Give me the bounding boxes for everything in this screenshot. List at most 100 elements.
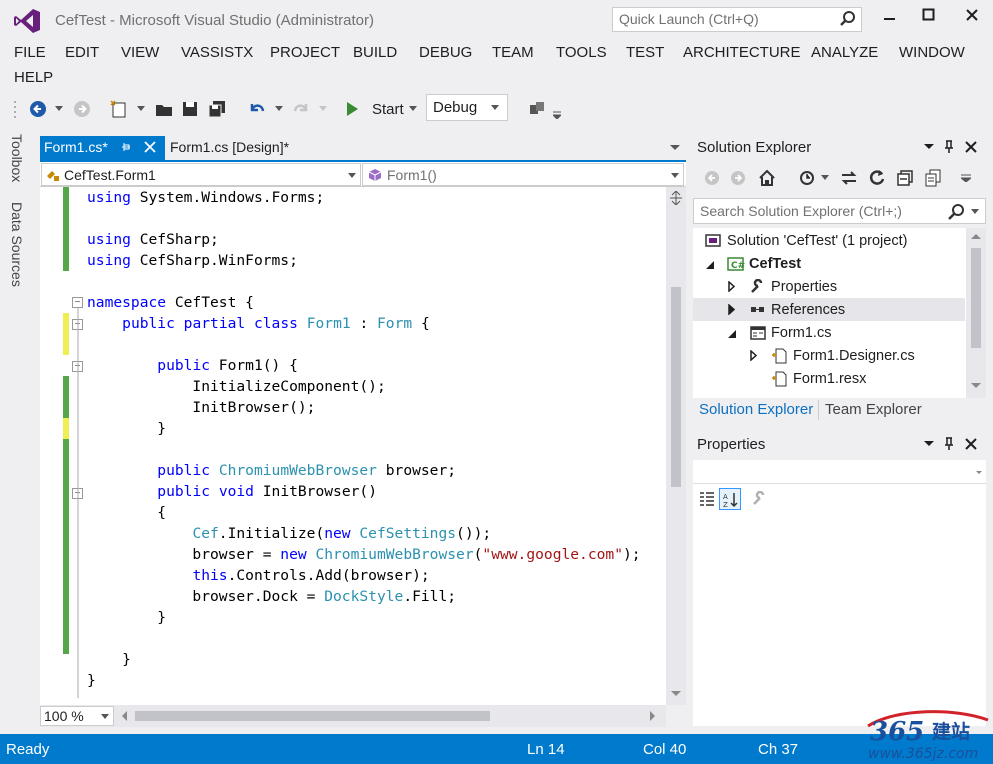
toolbar-grip[interactable] xyxy=(12,98,18,120)
undo-button[interactable] xyxy=(246,98,268,120)
toolbox-tab[interactable]: Toolbox xyxy=(9,134,25,182)
collapsed-arrow-icon[interactable] xyxy=(750,350,757,361)
tab-overflow-icon[interactable] xyxy=(670,145,680,151)
collapse-all-icon[interactable] xyxy=(895,168,915,188)
data-sources-tab[interactable]: Data Sources xyxy=(9,202,25,287)
maximize-button[interactable] xyxy=(912,5,946,31)
zoom-dropdown[interactable]: 100 % xyxy=(40,706,114,726)
class-icon xyxy=(47,171,59,181)
sync-with-document-icon[interactable] xyxy=(839,168,859,188)
close-icon[interactable] xyxy=(965,438,977,450)
new-dropdown-button[interactable] xyxy=(136,98,146,120)
pin-icon[interactable] xyxy=(943,437,955,451)
tree-item-project[interactable]: C# CefTest xyxy=(727,256,801,272)
solution-search-input[interactable]: Search Solution Explorer (Ctrl+;) xyxy=(693,198,986,224)
menu-build[interactable]: BUILD xyxy=(353,44,397,61)
tab-team-explorer[interactable]: Team Explorer xyxy=(825,401,922,418)
forward-arrow-icon[interactable] xyxy=(729,169,747,187)
svg-text:Z: Z xyxy=(723,501,728,509)
scroll-down-icon[interactable] xyxy=(971,383,981,389)
undo-dropdown-button[interactable] xyxy=(274,98,284,120)
play-icon xyxy=(347,102,358,116)
refresh-icon[interactable] xyxy=(867,168,887,188)
menu-architecture[interactable]: ARCHITECTURE xyxy=(683,44,801,61)
tab-form1-design[interactable]: Form1.cs [Design]* xyxy=(170,139,289,155)
visual-studio-logo-icon xyxy=(14,9,40,33)
scroll-left-icon[interactable] xyxy=(122,711,128,721)
menu-file[interactable]: FILE xyxy=(14,44,46,61)
home-icon[interactable] xyxy=(757,168,777,188)
panel-menu-icon[interactable] xyxy=(924,441,934,447)
navigate-forward-button[interactable] xyxy=(72,98,92,120)
close-icon[interactable] xyxy=(965,141,977,153)
expanded-arrow-icon[interactable] xyxy=(728,330,737,339)
pin-icon[interactable] xyxy=(943,140,955,154)
toolbar-overflow-icon[interactable] xyxy=(961,172,971,182)
scroll-thumb[interactable] xyxy=(971,248,981,348)
new-project-button[interactable] xyxy=(108,98,130,120)
tree-item-form1-designer[interactable]: Form1.Designer.cs xyxy=(771,348,915,364)
collapsed-arrow-icon[interactable] xyxy=(728,281,735,292)
menu-help[interactable]: HELP xyxy=(14,69,53,86)
code-line: { xyxy=(87,504,167,521)
panel-menu-icon[interactable] xyxy=(924,144,934,150)
property-pages-wrench-icon[interactable] xyxy=(751,491,767,507)
scroll-thumb[interactable] xyxy=(671,287,681,487)
toolbar-options-button[interactable] xyxy=(552,104,562,126)
tree-item-form1[interactable]: Form1.cs xyxy=(749,325,831,341)
pin-icon[interactable] xyxy=(120,141,132,153)
solution-configuration-dropdown[interactable]: Debug xyxy=(426,94,508,121)
scroll-right-icon[interactable] xyxy=(650,711,656,721)
menu-team[interactable]: TEAM xyxy=(492,44,534,61)
member-dropdown[interactable]: Form1() xyxy=(362,163,684,186)
menu-analyze[interactable]: ANALYZE xyxy=(811,44,878,61)
alphabetical-button[interactable]: AZ xyxy=(719,488,741,510)
quick-launch-input[interactable]: Quick Launch (Ctrl+Q) xyxy=(612,7,862,32)
menu-tools[interactable]: TOOLS xyxy=(556,44,607,61)
redo-dropdown-button[interactable] xyxy=(318,98,328,120)
save-all-button[interactable] xyxy=(206,98,228,120)
menu-debug[interactable]: DEBUG xyxy=(419,44,472,61)
redo-button[interactable] xyxy=(290,98,312,120)
start-debugging-button[interactable]: Start xyxy=(345,98,423,120)
start-label: Start xyxy=(372,100,404,118)
menu-edit[interactable]: EDIT xyxy=(65,44,99,61)
back-arrow-icon[interactable] xyxy=(703,169,721,187)
editor-vertical-scrollbar[interactable] xyxy=(666,187,686,705)
close-tab-icon[interactable] xyxy=(144,141,156,153)
split-editor-icon[interactable] xyxy=(669,191,683,205)
find-in-files-button[interactable] xyxy=(526,98,548,120)
tree-item-references[interactable]: References xyxy=(749,302,845,318)
show-all-files-icon[interactable] xyxy=(923,168,943,188)
collapse-icon[interactable]: − xyxy=(72,297,83,308)
expanded-arrow-icon[interactable] xyxy=(706,261,715,270)
horizontal-scroll-thumb[interactable] xyxy=(135,711,490,721)
tree-scrollbar[interactable] xyxy=(966,228,986,398)
pending-changes-filter-icon[interactable] xyxy=(797,168,817,188)
menu-window[interactable]: WINDOW xyxy=(899,44,965,61)
categorized-icon[interactable] xyxy=(698,490,716,508)
menu-vassistx[interactable]: VASSISTX xyxy=(181,44,253,61)
close-window-button[interactable] xyxy=(955,5,989,31)
menu-view[interactable]: VIEW xyxy=(121,44,159,61)
scroll-down-icon[interactable] xyxy=(671,691,681,697)
tree-item-form1-resx[interactable]: Form1.resx xyxy=(771,371,866,387)
tab-solution-explorer[interactable]: Solution Explorer xyxy=(699,401,813,418)
tree-item-properties[interactable]: Properties xyxy=(749,279,837,295)
status-column: Col 40 xyxy=(643,741,687,758)
chevron-down-icon[interactable] xyxy=(821,175,829,181)
open-file-button[interactable] xyxy=(154,98,174,120)
back-dropdown-button[interactable] xyxy=(54,98,64,120)
chevron-down-icon xyxy=(976,471,982,474)
object-selector-dropdown[interactable] xyxy=(693,460,986,484)
minimize-button[interactable] xyxy=(873,5,907,31)
scroll-up-icon[interactable] xyxy=(971,234,981,240)
navigate-back-button[interactable] xyxy=(28,98,48,120)
tree-item-solution[interactable]: Solution 'CefTest' (1 project) xyxy=(705,233,907,249)
tab-form1-cs[interactable]: Form1.cs* xyxy=(40,136,165,160)
menu-test[interactable]: TEST xyxy=(626,44,664,61)
class-dropdown[interactable]: CefTest.Form1 xyxy=(41,163,361,186)
menu-project[interactable]: PROJECT xyxy=(270,44,340,61)
save-button[interactable] xyxy=(180,98,200,120)
collapsed-arrow-icon[interactable] xyxy=(728,304,735,315)
